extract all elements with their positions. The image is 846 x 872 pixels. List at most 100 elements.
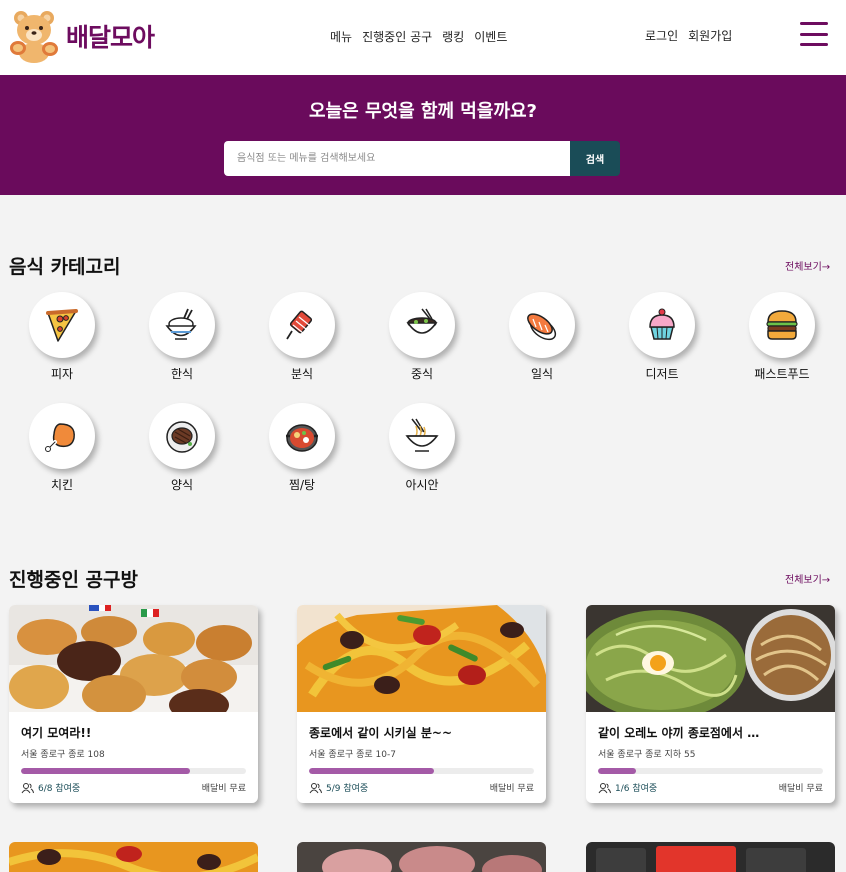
category-chinese[interactable]: 중식 <box>362 292 482 382</box>
category-asian[interactable]: 아시안 <box>362 403 482 493</box>
search-bar: 검색 <box>224 141 620 176</box>
chicken-leg-icon <box>45 423 75 452</box>
group-card[interactable]: 여기 모여라!! 서울 종로구 종로 108 6/8 참여중 배달비 무료 <box>9 605 258 803</box>
category-label: 분식 <box>290 367 314 381</box>
participation-progress-bar <box>309 768 534 774</box>
members-label: 6/8 참여중 <box>38 784 81 794</box>
login-link[interactable]: 로그인 <box>645 27 678 44</box>
signup-link[interactable]: 회원가입 <box>688 27 732 44</box>
card-address: 서울 종로구 종로 108 <box>21 750 105 760</box>
category-dessert-circle <box>629 292 695 358</box>
group-card[interactable]: 종로에서 같이 시키실 분~~ 서울 종로구 종로 10-7 5/9 참여중 배… <box>297 605 546 803</box>
category-asian-circle <box>389 403 455 469</box>
logo-text: 배달모아 <box>66 23 155 52</box>
category-fastfood-circle <box>749 292 815 358</box>
steak-icon <box>166 421 198 453</box>
nav-menu[interactable]: 메뉴 <box>330 28 352 45</box>
category-japanese-circle <box>509 292 575 358</box>
logo-link[interactable]: 배달모아 <box>8 6 155 66</box>
category-label: 치킨 <box>50 478 74 492</box>
category-label: 중식 <box>410 367 434 381</box>
participation-progress-bar <box>598 768 823 774</box>
categories-title: 음식 카테고리 <box>9 256 121 278</box>
category-korean-circle <box>149 292 215 358</box>
delivery-fee: 배달비 무료 <box>489 784 534 794</box>
delivery-fee: 배달비 무료 <box>778 784 823 794</box>
card-title: 같이 오레노 야끼 종로점에서 … <box>598 726 760 740</box>
categories-see-all-link[interactable]: 전체보기→ <box>785 258 830 273</box>
category-korean[interactable]: 한식 <box>122 292 242 382</box>
bread-photo <box>9 605 258 712</box>
category-dessert[interactable]: 디저트 <box>602 292 722 382</box>
card-title: 여기 모여라!! <box>21 726 92 740</box>
search-input[interactable] <box>224 141 570 176</box>
category-pizza-circle <box>29 292 95 358</box>
category-label: 양식 <box>170 478 194 492</box>
members-count: 1/6 참여중 <box>598 781 657 794</box>
group-card-partial[interactable] <box>297 842 546 872</box>
category-bunsik[interactable]: 분식 <box>242 292 362 382</box>
main-nav: 메뉴 진행중인 공구 랭킹 이벤트 <box>330 28 507 45</box>
sushi-icon <box>527 313 557 341</box>
rice-bowl-icon <box>165 308 197 340</box>
category-label: 디저트 <box>645 367 679 381</box>
bear-mascot-icon <box>10 11 58 63</box>
category-bunsik-circle <box>269 292 335 358</box>
group-card[interactable]: 같이 오레노 야끼 종로점에서 … 서울 종로구 종로 지하 55 1/6 참여… <box>586 605 835 803</box>
nav-ranking[interactable]: 랭킹 <box>442 28 464 45</box>
auth-links: 로그인 회원가입 <box>645 27 732 44</box>
category-pizza[interactable]: 피자 <box>2 292 122 382</box>
people-icon <box>309 782 322 793</box>
members-count: 5/9 참여중 <box>309 781 368 794</box>
hot-pot-icon <box>286 424 318 452</box>
noodle-bowl-icon <box>406 308 438 334</box>
category-label: 아시안 <box>405 478 439 492</box>
card-address: 서울 종로구 종로 10-7 <box>309 750 396 760</box>
category-label: 패스트푸드 <box>754 367 810 381</box>
category-label: 찜/탕 <box>288 478 316 492</box>
category-label: 피자 <box>50 367 74 381</box>
members-label: 1/6 참여중 <box>615 784 658 794</box>
category-grid: 피자 한식 분식 중식 일식 디저트 패스트푸드 치킨 양식 찜/탕 아시안 <box>0 292 846 502</box>
burger-icon <box>766 310 798 340</box>
category-stew-circle <box>269 403 335 469</box>
stir-fry-photo <box>9 842 258 872</box>
group-card-partial[interactable] <box>9 842 258 872</box>
category-western-circle <box>149 403 215 469</box>
site-header: 배달모아 메뉴 진행중인 공구 랭킹 이벤트 로그인 회원가입 <box>0 0 846 75</box>
groups-title: 진행중인 공구방 <box>9 569 138 591</box>
cupcake-icon <box>649 308 675 340</box>
hero-title: 오늘은 무엇을 함께 먹을까요? <box>309 101 537 122</box>
asian-noodle-icon <box>405 418 439 452</box>
hamburger-menu-icon[interactable] <box>800 22 828 46</box>
category-chinese-circle <box>389 292 455 358</box>
participation-progress-bar <box>21 768 246 774</box>
category-label: 일식 <box>530 367 554 381</box>
hero-banner: 오늘은 무엇을 함께 먹을까요? 검색 <box>0 75 846 195</box>
category-chicken-circle <box>29 403 95 469</box>
card-title: 종로에서 같이 시키실 분~~ <box>309 726 453 740</box>
category-japanese[interactable]: 일식 <box>482 292 602 382</box>
pizza-icon <box>46 309 78 342</box>
category-stew[interactable]: 찜/탕 <box>242 403 362 493</box>
people-icon <box>598 782 611 793</box>
members-label: 5/9 참여중 <box>326 784 369 794</box>
category-chicken[interactable]: 치킨 <box>2 403 122 493</box>
stir-fry-photo <box>297 605 546 712</box>
groups-see-all-link[interactable]: 전체보기→ <box>785 571 830 586</box>
search-button[interactable]: 검색 <box>570 141 620 176</box>
people-icon <box>21 782 34 793</box>
nav-events[interactable]: 이벤트 <box>474 28 507 45</box>
okonomiyaki-photo <box>586 605 835 712</box>
category-label: 한식 <box>170 367 194 381</box>
grilled-meat-photo <box>297 842 546 872</box>
category-fastfood[interactable]: 패스트푸드 <box>722 292 842 382</box>
card-address: 서울 종로구 종로 지하 55 <box>598 750 696 760</box>
delivery-fee: 배달비 무료 <box>201 784 246 794</box>
nav-active-groups[interactable]: 진행중인 공구 <box>362 28 432 45</box>
keyboard-photo <box>586 842 835 872</box>
members-count: 6/8 참여중 <box>21 781 80 794</box>
category-western[interactable]: 양식 <box>122 403 242 493</box>
group-card-partial[interactable] <box>586 842 835 872</box>
tteokbokki-icon <box>286 310 313 340</box>
